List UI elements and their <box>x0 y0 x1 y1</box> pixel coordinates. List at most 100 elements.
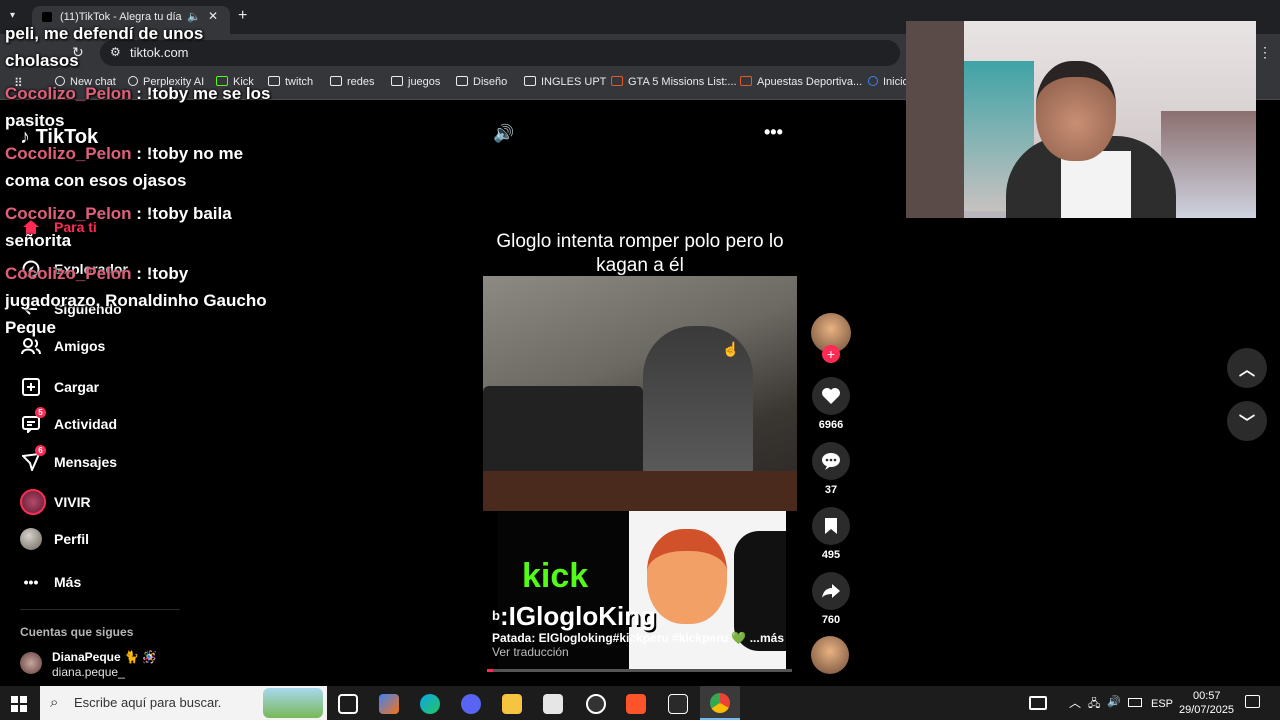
comment-icon <box>812 442 850 480</box>
share-icon <box>812 572 850 610</box>
folder-icon <box>330 76 342 86</box>
bookmark-gta[interactable]: GTA 5 Missions List:... <box>611 76 737 88</box>
volume-tray-icon[interactable]: 🔊 <box>1107 695 1121 708</box>
sound-avatar[interactable] <box>811 636 849 674</box>
kick-logo: kick <box>522 557 589 595</box>
sidebar-item-mas[interactable]: ••• Más <box>20 571 82 593</box>
folder-icon <box>524 76 536 86</box>
battery-icon[interactable] <box>1128 698 1142 707</box>
bookmark-inicio[interactable]: Inicio <box>868 76 909 88</box>
browser-menu-icon[interactable]: ⋮ <box>1258 44 1272 61</box>
account-avatar <box>20 652 42 674</box>
network-icon[interactable]: 🖧 <box>1088 695 1100 714</box>
news-widget-icon[interactable] <box>1029 696 1047 710</box>
following-heading: Cuentas que sigues <box>20 625 134 639</box>
notifications-icon[interactable] <box>1245 695 1260 708</box>
brave-icon[interactable] <box>626 694 646 714</box>
caption-more-link[interactable]: más <box>760 631 784 645</box>
chat-username: Cocolizo_Pelon <box>5 264 132 283</box>
folder-icon <box>456 76 468 86</box>
upload-icon <box>20 376 42 398</box>
sidebar-item-cargar[interactable]: Cargar <box>20 376 99 398</box>
bookmark-ingles[interactable]: INGLES UPT <box>524 76 606 88</box>
chat-message: peli, me defendí de unos cholasos <box>5 20 275 74</box>
chat-message: Cocolizo_Pelon : !toby jugadorazo, Ronal… <box>5 264 267 337</box>
video-frame[interactable] <box>483 276 797 511</box>
sidebar-item-label: Actividad <box>54 416 118 432</box>
bookmark-label: twitch <box>285 76 314 88</box>
next-video-button[interactable]: ﹀ <box>1227 401 1267 441</box>
bookmark-redes[interactable]: redes <box>330 76 375 88</box>
floor-shape <box>483 471 797 511</box>
save-count: 495 <box>821 549 841 561</box>
sidebar-item-mensajes[interactable]: 6 Mensajes <box>20 445 118 473</box>
chat-text: peli, me defendí de unos cholasos <box>5 24 204 70</box>
chevron-down-icon: ﹀ <box>1238 415 1255 432</box>
bookmark-icon <box>868 76 878 86</box>
search-placeholder: Escribe aquí para buscar. <box>74 695 222 710</box>
live-icon <box>20 489 46 515</box>
chrome-taskbar-active[interactable] <box>700 686 740 720</box>
discord-icon[interactable] <box>461 694 481 714</box>
bookmark-juegos[interactable]: juegos <box>391 76 440 88</box>
channel-name: :IGlogloKing <box>500 601 656 631</box>
account-handle: diana.peque_ <box>52 665 125 679</box>
bookmark-diseno[interactable]: Diseño <box>456 76 507 88</box>
sidebar-item-perfil[interactable]: Perfil <box>20 528 89 550</box>
store-icon[interactable] <box>543 694 563 714</box>
task-view-icon[interactable] <box>338 694 358 714</box>
bookmark-label: Diseño <box>473 76 508 88</box>
sidebar-item-actividad[interactable]: 5 Actividad <box>20 407 118 435</box>
translate-link[interactable]: Ver traducción <box>492 645 569 659</box>
bookmark-label: INGLES UPT <box>541 76 607 88</box>
more-icon: ••• <box>23 574 39 590</box>
comment-count: 37 <box>824 484 838 496</box>
copilot-icon[interactable] <box>379 694 399 714</box>
file-explorer-icon[interactable] <box>502 694 522 714</box>
tray-overflow-icon[interactable]: ︿ <box>1069 694 1081 711</box>
save-button[interactable]: 495 <box>811 507 851 561</box>
volume-icon[interactable]: 🔊 <box>493 124 514 144</box>
bookmark-icon <box>611 76 623 86</box>
following-account[interactable]: DianaPeque 🐈 🪅 diana.peque_ <box>20 650 190 682</box>
edge-icon[interactable] <box>420 694 440 714</box>
sidebar-item-label: Cargar <box>54 379 100 395</box>
windows-start-icon[interactable] <box>11 696 27 712</box>
webcam-overlay <box>906 21 1256 218</box>
sidebar-item-label: Más <box>54 574 82 590</box>
chevron-up-icon: ︿ <box>1238 362 1255 379</box>
search-icon: ⌕ <box>50 694 59 711</box>
clock-time[interactable]: 00:57 <box>1193 690 1221 702</box>
epic-games-icon[interactable] <box>668 694 688 714</box>
start-pane <box>11 705 18 712</box>
comment-button[interactable]: 37 <box>811 442 851 496</box>
bookmark-label: juegos <box>408 76 441 88</box>
folder-icon <box>391 76 403 86</box>
video-progress-bar[interactable] <box>487 669 792 672</box>
notification-badge: 5 <box>35 407 46 418</box>
clock-date[interactable]: 29/07/2025 <box>1179 704 1234 716</box>
share-button[interactable]: 760 <box>811 572 851 626</box>
bookmark-label: redes <box>347 76 375 88</box>
language-indicator[interactable]: ESP <box>1151 698 1173 710</box>
obs-icon[interactable] <box>586 694 606 714</box>
video-author[interactable]: b <box>492 608 500 623</box>
chat-message: Cocolizo_Pelon : !toby no me coma con es… <box>5 144 244 190</box>
video-options-icon[interactable]: ••• <box>764 122 783 143</box>
sidebar-item-label: Mensajes <box>54 454 118 470</box>
follow-plus-icon[interactable]: + <box>822 345 840 363</box>
start-pane <box>20 696 27 703</box>
messages-icon: 6 <box>20 445 46 473</box>
bookmark-apuestas[interactable]: Apuestas Deportiva... <box>740 76 862 88</box>
cartoon-face <box>647 529 727 624</box>
video-caption: Patada: ElGlogloking#kickperu #kickperu … <box>492 631 760 645</box>
sidebar-item-vivir[interactable]: VIVIR <box>20 489 91 515</box>
activity-icon: 5 <box>20 407 46 435</box>
like-button[interactable]: 6966 <box>811 377 851 431</box>
chat-username: Cocolizo_Pelon <box>5 84 132 103</box>
chat-username: Cocolizo_Pelon <box>5 204 132 223</box>
previous-video-button[interactable]: ︿ <box>1227 348 1267 388</box>
like-count: 6966 <box>818 419 844 431</box>
start-pane <box>20 705 27 712</box>
bookmark-icon <box>812 507 850 545</box>
